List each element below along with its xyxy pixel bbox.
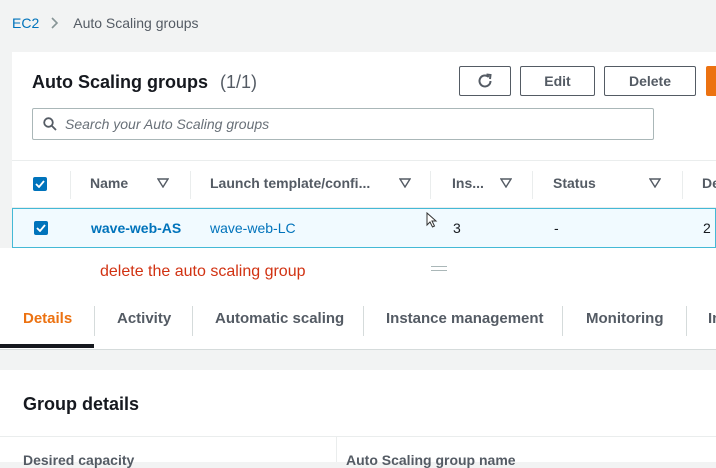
column-divider xyxy=(532,171,533,199)
detail-tabs: Details Activity Automatic scaling Insta… xyxy=(0,298,716,350)
row-instances: 3 xyxy=(453,220,461,236)
row-launch-config-link[interactable]: wave-web-LC xyxy=(210,220,296,236)
mouse-cursor-icon xyxy=(426,212,438,228)
breadcrumb-ec2-link[interactable]: EC2 xyxy=(12,15,39,31)
checkmark-icon xyxy=(35,180,45,188)
group-details-card: Group details Desired capacity Auto Scal… xyxy=(0,370,716,468)
row-checkbox[interactable] xyxy=(34,221,48,235)
search-box[interactable] xyxy=(32,108,654,140)
column-header-instances[interactable]: Ins... xyxy=(452,175,484,191)
select-all-checkbox[interactable] xyxy=(33,177,47,191)
refresh-button[interactable] xyxy=(459,66,511,96)
breadcrumb-current: Auto Scaling groups xyxy=(73,15,199,31)
row-status: - xyxy=(554,220,559,236)
column-divider xyxy=(336,437,337,462)
sort-icon[interactable] xyxy=(649,178,661,188)
search-icon xyxy=(43,117,57,131)
row-desired: 2 xyxy=(703,220,711,236)
tab-automatic-scaling[interactable]: Automatic scaling xyxy=(215,310,344,327)
refresh-icon xyxy=(478,73,492,88)
group-details-title: Group details xyxy=(23,394,140,414)
edit-button[interactable]: Edit xyxy=(520,66,595,96)
sort-icon[interactable] xyxy=(500,178,512,188)
tab-divider xyxy=(363,306,364,336)
tab-activity[interactable]: Activity xyxy=(117,310,171,327)
breadcrumb: EC2 Auto Scaling groups xyxy=(12,15,199,31)
group-name-label: Auto Scaling group name xyxy=(346,452,516,468)
tab-divider xyxy=(94,306,95,336)
sort-icon[interactable] xyxy=(157,178,169,188)
table-row[interactable]: wave-web-AS wave-web-LC 3 - 2 xyxy=(12,208,716,248)
desired-capacity-label: Desired capacity xyxy=(23,452,135,468)
tab-details[interactable]: Details xyxy=(23,310,72,327)
column-divider xyxy=(430,171,431,199)
group-count: (1/1) xyxy=(220,72,258,92)
chevron-right-icon xyxy=(51,17,59,29)
auto-scaling-groups-panel: Auto Scaling groups (1/1) Edit Delete Na… xyxy=(12,52,716,248)
delete-button[interactable]: Delete xyxy=(604,66,696,96)
row-name-link[interactable]: wave-web-AS xyxy=(91,220,181,236)
tab-instance-management[interactable]: Instance management xyxy=(386,310,544,327)
tab-monitoring[interactable]: Monitoring xyxy=(586,310,663,327)
search-input[interactable] xyxy=(65,116,625,132)
column-divider xyxy=(682,171,683,199)
resize-handle[interactable] xyxy=(431,266,447,271)
annotation-text: delete the auto scaling group xyxy=(100,263,306,280)
column-header-launch-template[interactable]: Launch template/confi... xyxy=(210,175,370,191)
column-header-status[interactable]: Status xyxy=(553,175,596,191)
active-tab-indicator xyxy=(0,344,94,348)
divider xyxy=(0,436,716,437)
checkmark-icon xyxy=(36,224,46,232)
page-title: Auto Scaling groups xyxy=(32,72,209,92)
sort-icon[interactable] xyxy=(399,178,411,188)
column-divider xyxy=(190,171,191,199)
column-header-name[interactable]: Name xyxy=(90,175,128,191)
tab-divider xyxy=(192,306,193,336)
table-header: Name Launch template/confi... Ins... Sta… xyxy=(12,160,716,208)
tab-instance-refresh[interactable]: In xyxy=(708,310,716,327)
column-divider xyxy=(70,171,71,199)
tab-divider xyxy=(562,306,563,336)
tab-divider xyxy=(686,306,687,336)
create-group-button[interactable] xyxy=(706,66,716,96)
column-header-desired[interactable]: De xyxy=(702,175,716,191)
